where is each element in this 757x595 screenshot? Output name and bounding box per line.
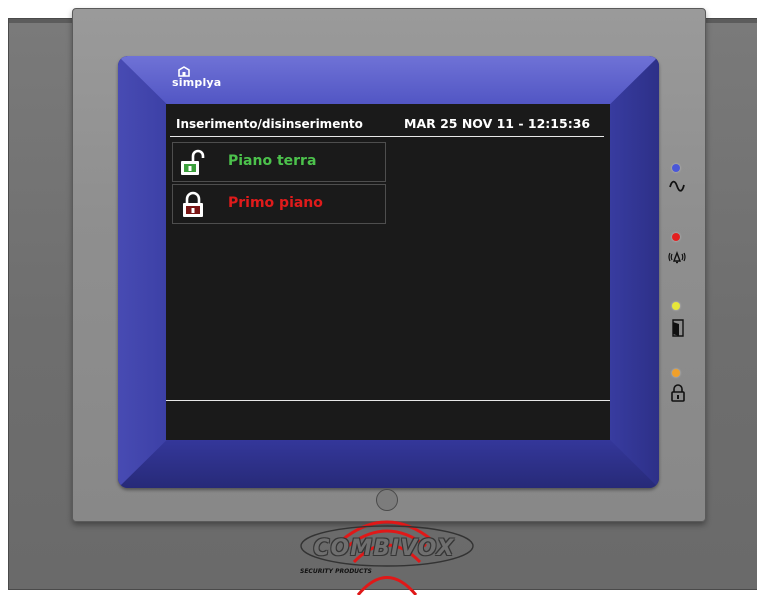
- area-label: Piano terra: [228, 153, 317, 169]
- area-button-primo-piano[interactable]: Primo piano: [172, 184, 386, 224]
- header-divider: [170, 136, 604, 137]
- date-time-display: MAR 25 NOV 11 - 12:15:36: [404, 116, 591, 131]
- sensor-hole: [376, 489, 398, 511]
- closed-padlock-icon: [183, 191, 203, 217]
- alarm-led: [672, 233, 680, 241]
- armed-led: [672, 369, 680, 377]
- door-led: [672, 302, 680, 310]
- footer-divider: [166, 400, 610, 401]
- power-led: [672, 164, 680, 172]
- padlock-icon: [671, 384, 685, 402]
- area-label: Primo piano: [228, 195, 323, 211]
- area-button-piano-terra[interactable]: Piano terra: [172, 142, 386, 182]
- brand-name: simplya: [172, 76, 222, 89]
- touch-screen[interactable]: Inserimento/disinserimento MAR 25 NOV 11…: [166, 104, 610, 440]
- sine-wave-icon: [669, 180, 685, 192]
- open-padlock-icon: [181, 149, 205, 175]
- maker-tagline: SECURITY PRODUCTS: [300, 568, 372, 575]
- brand-logo: simplya: [172, 66, 232, 94]
- page-title: Inserimento/disinserimento: [176, 117, 363, 131]
- maker-name: COMBIVOX: [313, 536, 455, 561]
- door-icon: [672, 319, 684, 337]
- alarm-bell-icon: [668, 251, 686, 264]
